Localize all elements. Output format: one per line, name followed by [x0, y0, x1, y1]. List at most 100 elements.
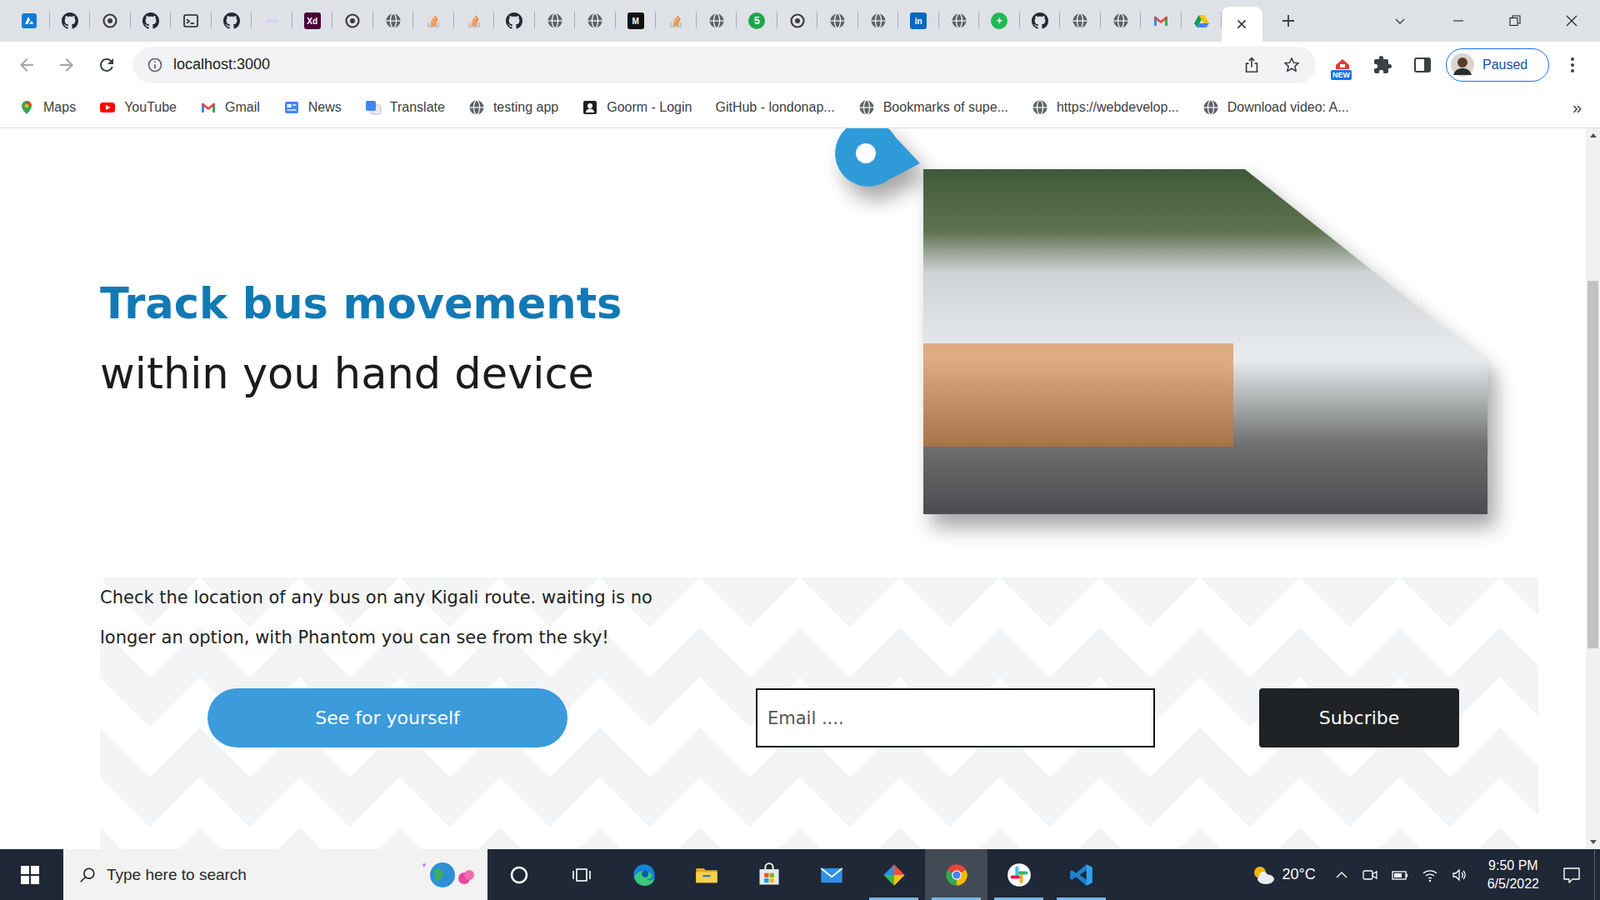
url-text[interactable]: localhost:3000 — [173, 55, 1233, 74]
volume-icon[interactable] — [1450, 866, 1468, 884]
browser-tab[interactable] — [1140, 6, 1182, 42]
taskbar-app[interactable] — [1050, 849, 1113, 900]
menu-button[interactable] — [1555, 48, 1590, 82]
star-icon[interactable] — [1282, 55, 1301, 75]
globe-icon — [546, 12, 564, 30]
browser-tab[interactable]: + — [979, 6, 1020, 42]
new-tab-button[interactable] — [1273, 5, 1304, 36]
browser-tab[interactable] — [494, 6, 535, 42]
taskbar-app[interactable] — [675, 849, 738, 900]
taskbar-app[interactable] — [487, 849, 550, 900]
bookmark[interactable]: Gmail — [191, 94, 269, 121]
taskbar-app[interactable] — [737, 849, 800, 900]
browser-tab[interactable] — [535, 6, 576, 42]
extensions-button[interactable] — [1365, 48, 1400, 82]
notification-button[interactable] — [1549, 849, 1595, 900]
email-input[interactable] — [755, 688, 1155, 748]
close-tab-icon[interactable] — [1235, 17, 1249, 31]
bookmark[interactable]: https://webdevelop... — [1023, 94, 1188, 121]
browser-tab[interactable]: M — [615, 6, 657, 42]
scroll-up-icon[interactable] — [1585, 128, 1600, 143]
scroll-down-icon[interactable] — [1585, 835, 1600, 850]
close-window-button[interactable] — [1543, 0, 1600, 42]
back-button[interactable] — [10, 48, 44, 82]
browser-tab[interactable] — [90, 6, 131, 42]
browser-tab[interactable] — [817, 6, 859, 42]
bookmark-label: YouTube — [124, 100, 177, 115]
browser-tab[interactable] — [777, 6, 819, 42]
weather-widget[interactable]: 20°C — [1242, 849, 1325, 900]
taskbar-app[interactable] — [612, 849, 675, 900]
forward-arrow-icon — [56, 55, 77, 75]
minimize-button[interactable] — [1430, 0, 1487, 42]
browser-tab[interactable] — [655, 6, 697, 42]
bookmark[interactable]: News — [275, 94, 350, 121]
store-icon — [756, 862, 782, 888]
taskbar-app[interactable] — [987, 849, 1050, 900]
wifi-icon[interactable] — [1421, 866, 1439, 884]
browser-tab[interactable] — [1060, 6, 1101, 42]
address-bar[interactable]: localhost:3000 — [133, 46, 1316, 84]
close-icon — [1565, 14, 1579, 28]
info-icon[interactable] — [146, 56, 164, 74]
search-placeholder: Type here to search — [106, 865, 403, 885]
bookmark[interactable]: GitHub - londonap... — [706, 94, 843, 121]
browser-tab[interactable] — [1221, 6, 1263, 42]
side-panel-button[interactable] — [1405, 48, 1440, 82]
browser-tab[interactable] — [251, 6, 293, 42]
restore-button[interactable] — [1486, 0, 1544, 42]
bookmark[interactable]: Bookmarks of supe... — [850, 94, 1017, 121]
forward-button[interactable] — [50, 48, 84, 82]
share-icon[interactable] — [1242, 55, 1261, 75]
scrollbar-thumb[interactable] — [1587, 280, 1599, 648]
browser-tab[interactable] — [1181, 6, 1223, 42]
browser-tab[interactable] — [170, 6, 212, 42]
scrollbar-track[interactable] — [1585, 142, 1600, 835]
taskbar-app[interactable] — [862, 849, 925, 900]
browser-tab[interactable] — [50, 6, 91, 42]
browser-tab[interactable]: 5 — [736, 6, 778, 42]
browser-tab[interactable] — [9, 6, 50, 42]
browser-tab[interactable] — [413, 6, 455, 42]
see-for-yourself-button[interactable]: See for yourself — [207, 688, 568, 748]
browser-tab[interactable]: Xd — [292, 6, 334, 42]
reload-button[interactable] — [90, 48, 124, 82]
browser-tab[interactable] — [575, 6, 616, 42]
start-button[interactable] — [0, 849, 60, 900]
taskbar-app[interactable] — [800, 849, 863, 900]
subscribe-button[interactable]: Subcribe — [1259, 688, 1460, 748]
bookmark[interactable]: Translate — [356, 94, 454, 121]
profile-button[interactable]: Paused — [1445, 48, 1550, 82]
clock[interactable]: 9:50 PM6/5/2022 — [1477, 849, 1550, 900]
browser-tab[interactable] — [373, 6, 415, 42]
scrollbar[interactable] — [1585, 128, 1600, 850]
github-icon — [1031, 12, 1049, 30]
taskbar-app[interactable] — [550, 849, 613, 900]
battery-icon[interactable] — [1390, 866, 1410, 884]
browser-tab[interactable] — [211, 6, 253, 42]
tab-search-button[interactable] — [1383, 0, 1417, 42]
bookmark[interactable]: Download video: A... — [1194, 94, 1358, 121]
browser-tab[interactable] — [696, 6, 738, 42]
bookmark[interactable]: YouTube — [90, 94, 185, 121]
bookmark[interactable]: Maps — [10, 94, 85, 121]
browser-tab[interactable] — [130, 6, 172, 42]
bookmark[interactable]: Goorm - Login — [573, 94, 700, 121]
taskbar-app[interactable] — [925, 849, 988, 900]
more-bookmarks[interactable]: » — [1564, 98, 1590, 118]
browser-tab[interactable] — [939, 6, 980, 42]
browser-tab[interactable] — [1100, 6, 1142, 42]
browser-tab[interactable] — [858, 6, 900, 42]
taskbar-search[interactable]: Type here to search — [63, 849, 488, 900]
logo-icon: + — [990, 12, 1008, 30]
browser-tab[interactable] — [332, 6, 374, 42]
show-desktop-button[interactable] — [1594, 849, 1600, 900]
bookmark-label: Gmail — [225, 100, 260, 115]
extension-button[interactable]: NEW — [1325, 48, 1360, 82]
chevron-up-icon[interactable] — [1334, 867, 1350, 883]
bookmark[interactable]: testing app — [460, 94, 567, 121]
browser-tab[interactable] — [1020, 6, 1061, 42]
meet-now-icon[interactable] — [1361, 866, 1379, 884]
browser-tab[interactable] — [454, 6, 495, 42]
browser-tab[interactable]: in — [898, 6, 940, 42]
